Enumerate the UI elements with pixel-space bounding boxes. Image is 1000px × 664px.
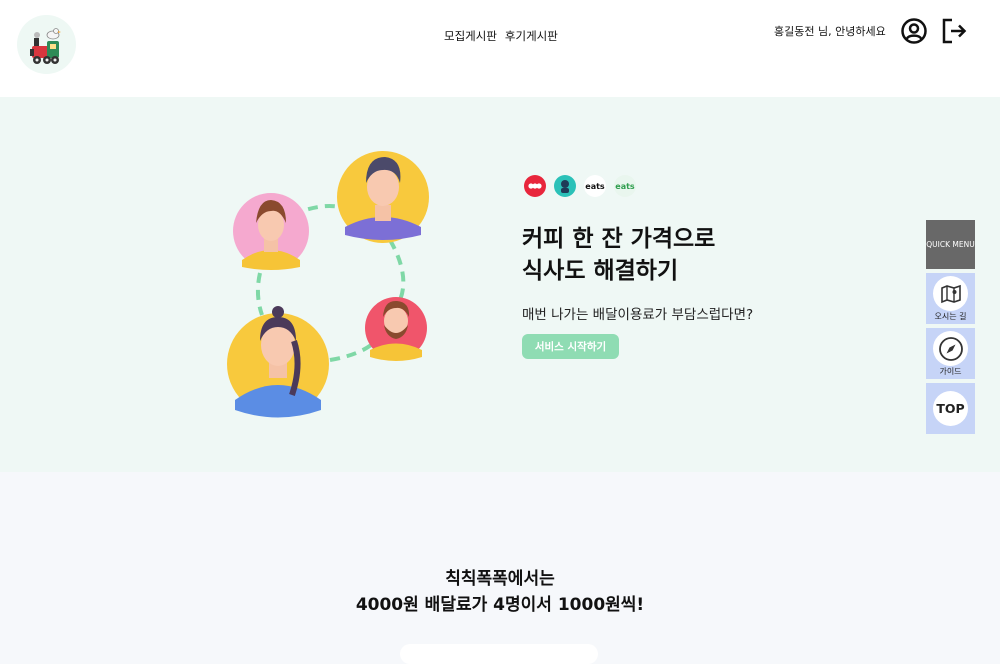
- yogiyo-icon: [524, 175, 546, 197]
- hero-title-line2: 식사도 해결하기: [522, 258, 679, 284]
- avatar-woman-pink: [233, 193, 309, 270]
- quick-menu: QUICK MENU 오시는 길 가이드 TOP: [926, 220, 975, 434]
- user-circle-icon[interactable]: [900, 17, 928, 49]
- compass-icon: [938, 336, 963, 361]
- quick-item-top[interactable]: TOP: [926, 383, 975, 434]
- quick-item-directions[interactable]: 오시는 길: [926, 273, 975, 324]
- nav-review-board[interactable]: 후기게시판: [505, 28, 558, 44]
- hero-title: 커피 한 잔 가격으로 식사도 해결하기: [522, 223, 715, 287]
- avatar-man-yellow: [337, 151, 429, 243]
- avatar-man-beard: [365, 297, 427, 361]
- main-nav: 모집게시판 후기게시판: [444, 28, 558, 44]
- section-heading-line1: 칙칙폭폭에서는: [445, 569, 555, 589]
- top-icon: TOP: [936, 401, 965, 416]
- people-network-illustration: [227, 151, 429, 418]
- quick-item-guide[interactable]: 가이드: [926, 328, 975, 379]
- section-card: [400, 644, 598, 664]
- start-service-button[interactable]: 서비스 시작하기: [522, 334, 619, 359]
- avatar-woman-blue: [227, 306, 329, 418]
- coupang-eats-icon-1: eats: [584, 175, 606, 197]
- hero-subtitle: 매번 나가는 배달이용료가 부담스럽다면?: [522, 307, 754, 323]
- map-icon: [940, 284, 961, 303]
- quick-item-label: 가이드: [939, 367, 962, 376]
- site-header: 모집게시판 후기게시판 홍길동전 님, 안녕하세요: [0, 0, 1000, 97]
- logout-icon[interactable]: [940, 17, 968, 49]
- intro-section: 칙칙폭폭에서는 4000원 배달료가 4명이서 1000원씩!: [0, 472, 1000, 664]
- hero-title-line1: 커피 한 잔 가격으로: [522, 226, 716, 252]
- nav-recruit-board[interactable]: 모집게시판: [444, 28, 497, 44]
- quick-menu-header: QUICK MENU: [926, 220, 975, 269]
- train-logo-icon: [30, 28, 61, 64]
- greeting-text: 홍길동전 님, 안녕하세요: [774, 25, 886, 38]
- delivery-brand-icons: eats eats: [524, 175, 636, 197]
- section-heading-line2: 4000원 배달료가 4명이서 1000원씩!: [355, 595, 645, 615]
- baemin-rider-icon: [554, 175, 576, 197]
- hero-section: eats eats 커피 한 잔 가격으로 식사도 해결하기 매번 나가는 배달…: [0, 97, 1000, 472]
- coupang-eats-icon-2: eats: [614, 175, 636, 197]
- quick-item-label: 오시는 길: [934, 312, 967, 321]
- logo[interactable]: [17, 15, 76, 74]
